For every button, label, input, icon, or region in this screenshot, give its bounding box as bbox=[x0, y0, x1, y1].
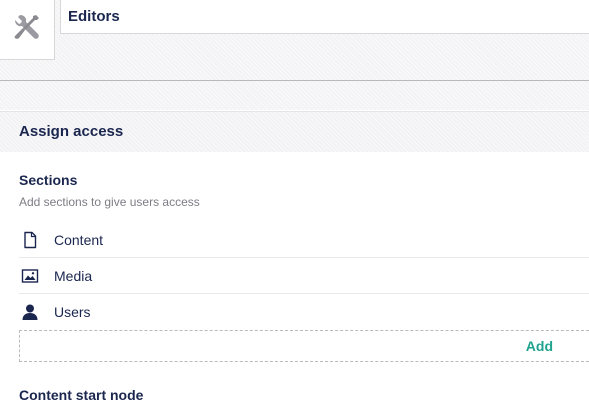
tools-icon bbox=[12, 12, 42, 47]
group-header bbox=[0, 0, 589, 110]
image-icon bbox=[21, 266, 47, 286]
section-item-label: Content bbox=[54, 231, 104, 248]
group-name-input[interactable] bbox=[60, 0, 589, 34]
section-item-label: Users bbox=[54, 304, 91, 320]
section-item-media[interactable]: Media bbox=[19, 258, 589, 294]
document-icon bbox=[21, 230, 47, 250]
content-start-node-label: Content start node bbox=[19, 387, 144, 403]
assign-access-header: Assign access bbox=[0, 111, 589, 152]
add-section-button[interactable]: Add bbox=[526, 338, 553, 354]
sections-label: Sections bbox=[19, 172, 78, 188]
header-divider bbox=[0, 80, 589, 81]
group-icon-button[interactable] bbox=[0, 0, 55, 60]
sections-description: Add sections to give users access bbox=[19, 195, 200, 209]
assign-access-title: Assign access bbox=[19, 123, 124, 140]
sections-list: Content Media Users bbox=[19, 222, 589, 330]
add-section-area[interactable]: Add bbox=[19, 330, 589, 362]
section-item-content[interactable]: Content bbox=[19, 222, 589, 258]
section-item-label: Media bbox=[54, 267, 93, 284]
section-item-users[interactable]: Users bbox=[19, 294, 589, 330]
user-icon bbox=[21, 302, 47, 322]
